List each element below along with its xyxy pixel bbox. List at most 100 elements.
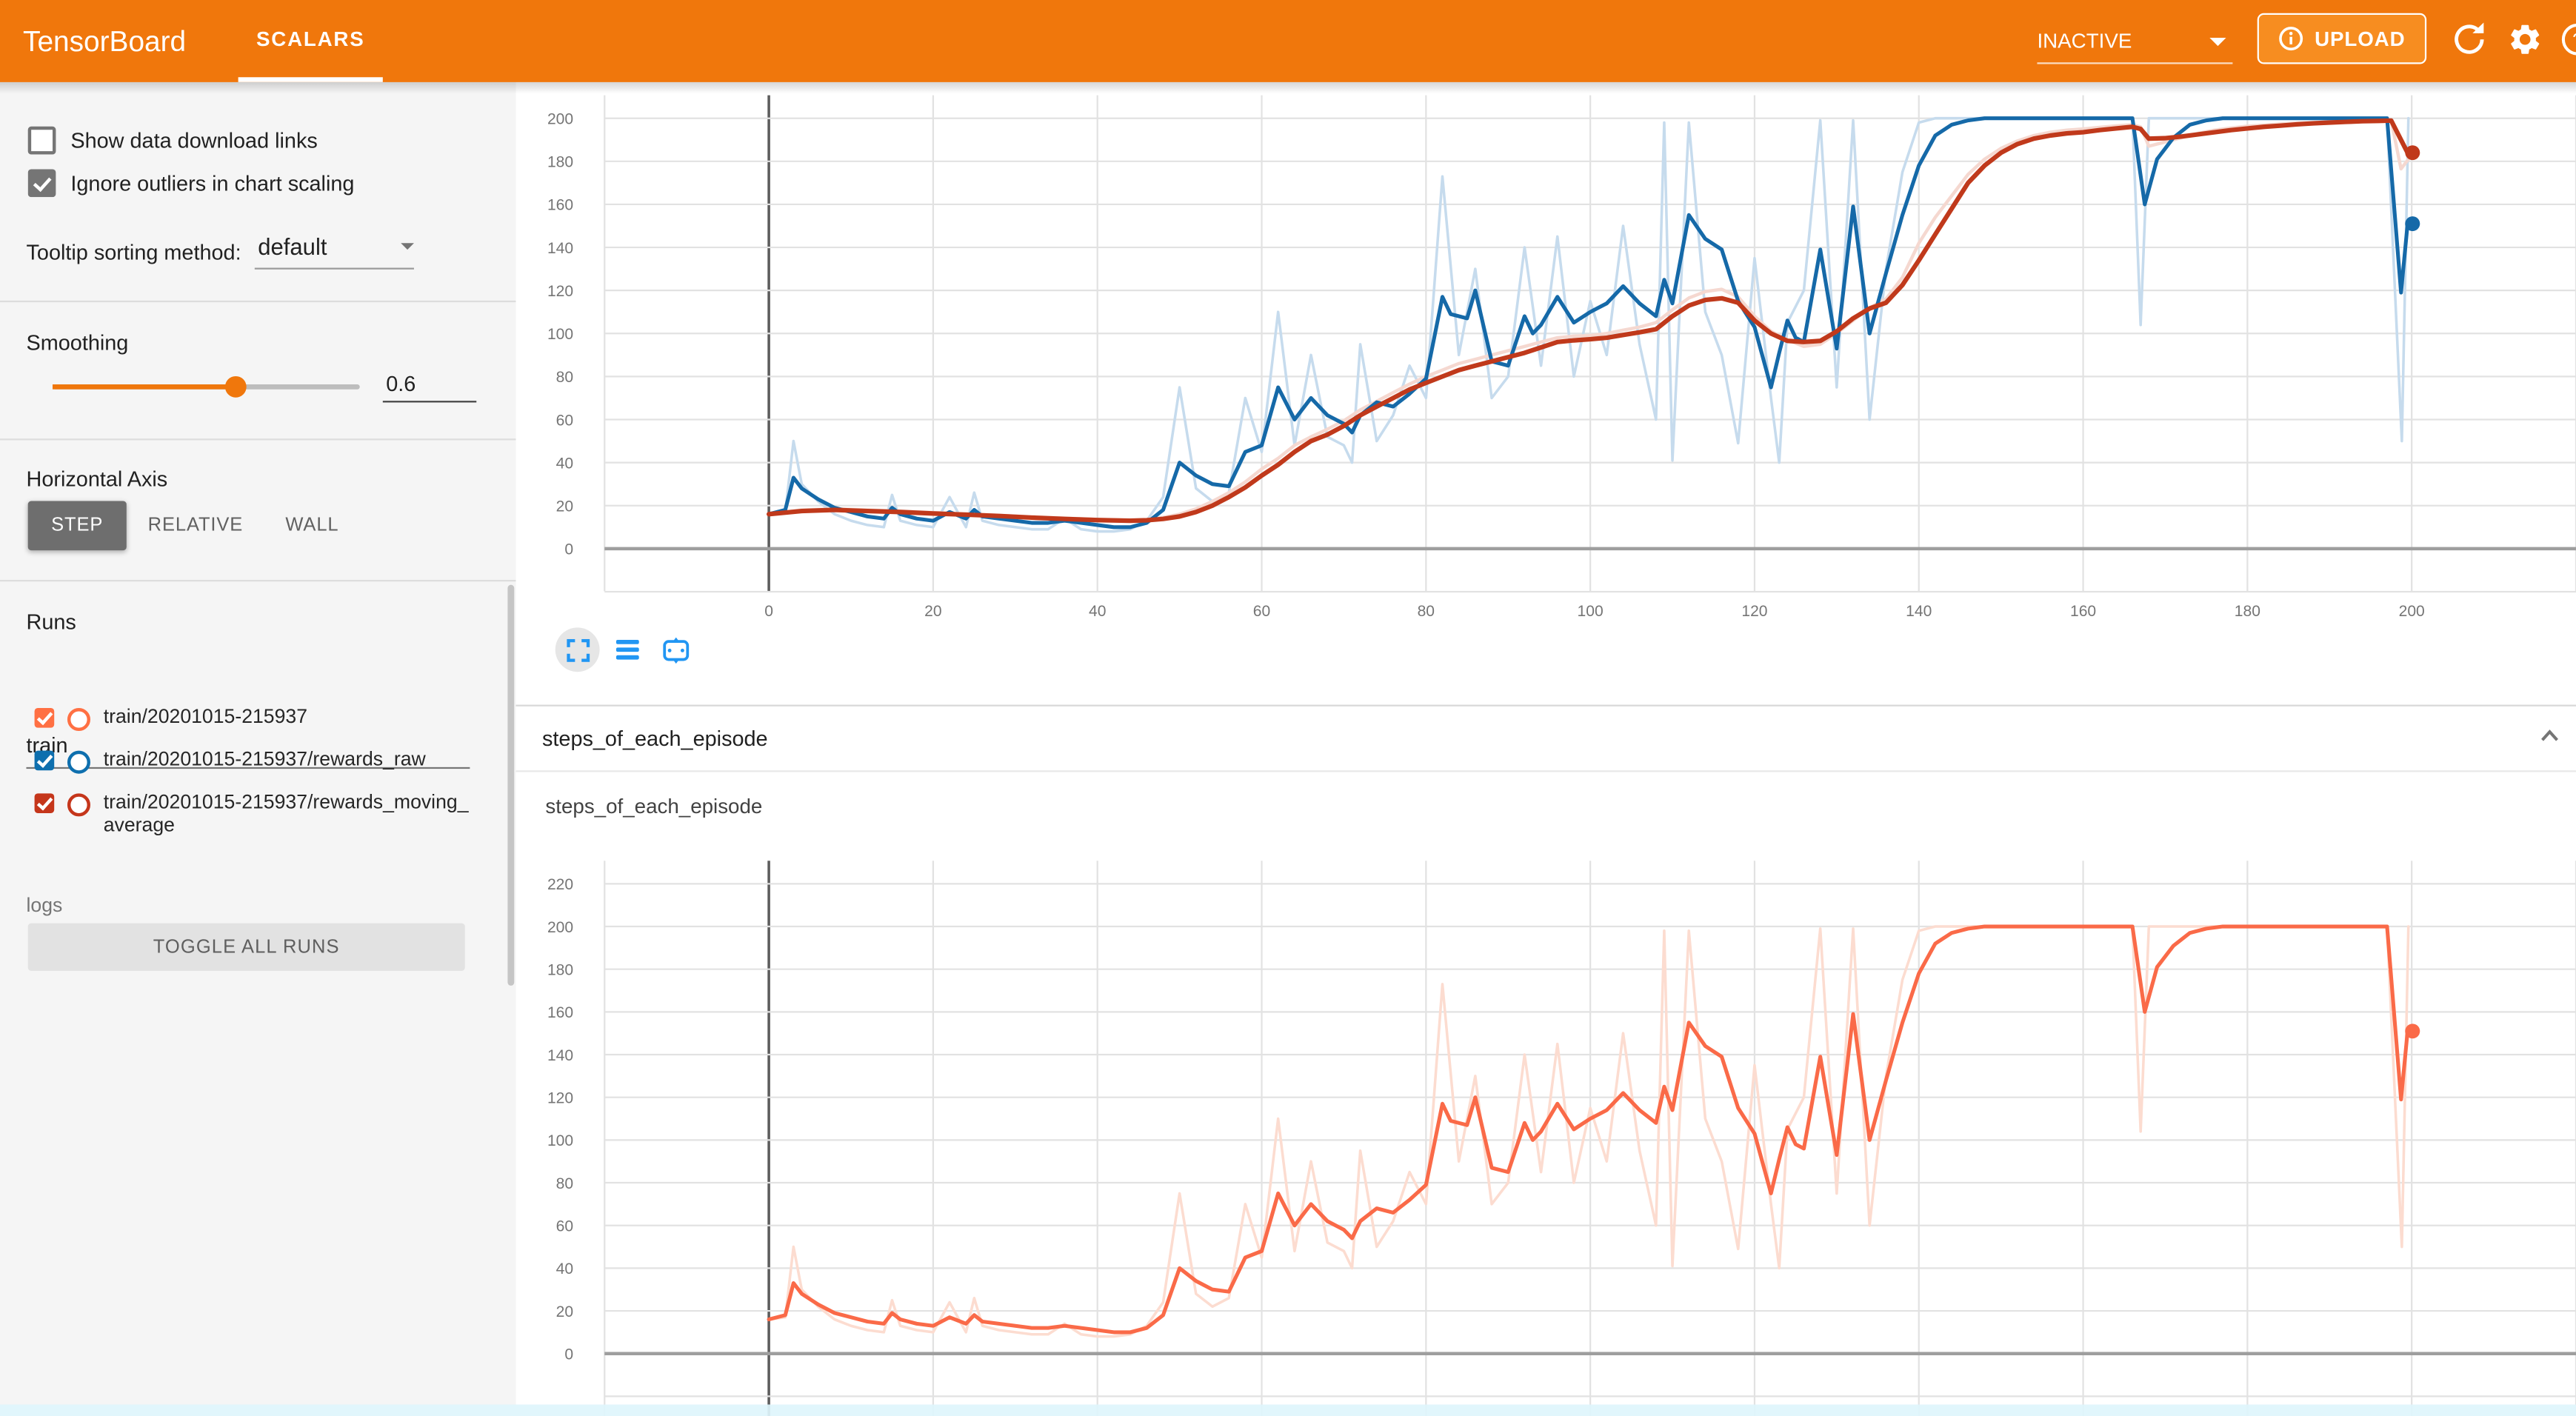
svg-text:40: 40 [556,1260,573,1278]
svg-text:80: 80 [556,1175,573,1192]
svg-text:60: 60 [1253,603,1270,620]
svg-text:0: 0 [764,603,773,620]
svg-text:20: 20 [924,603,941,620]
svg-text:180: 180 [547,961,573,978]
svg-text:?: ? [2572,30,2576,50]
fit-to-data-icon [662,637,690,663]
run-row-rewards-moving-average[interactable]: train/20201015-215937/rewards_moving_ave… [35,792,472,836]
tooltip-sorting-label: Tooltip sorting method: [26,240,241,264]
svg-text:180: 180 [2235,603,2260,620]
run-circle-blue[interactable] [67,751,90,774]
svg-text:100: 100 [1578,603,1604,620]
scalar-chart-rewards[interactable]: 0204060801001201401601802000204060801001… [542,82,2576,703]
slider-fill [53,384,236,390]
horizontal-axis-label: Horizontal Axis [26,467,167,491]
run-row-rewards-raw[interactable]: train/20201015-215937/rewards_raw [35,749,472,773]
experiment-status-dropdown[interactable]: INACTIVE [2037,20,2232,64]
runs-label: Runs [26,610,76,634]
ignore-outliers-checkbox[interactable]: Ignore outliers in chart scaling [28,169,355,197]
bottom-scroll-strip [0,1404,2576,1416]
run-label: train/20201015-215937/rewards_raw [104,749,472,771]
scalar-chart-steps[interactable]: 020406080100120140160180200220 [542,854,2576,1416]
status-label: INACTIVE [2037,30,2132,53]
axis-step-button[interactable]: STEP [28,501,127,551]
sidebar: Show data download links Ignore outliers… [0,82,518,1416]
smoothing-value-input[interactable] [383,371,476,402]
divider [0,580,515,581]
svg-text:80: 80 [556,369,573,386]
svg-text:0: 0 [564,1346,573,1363]
expand-chart-button[interactable] [555,627,600,672]
svg-text:140: 140 [547,240,573,257]
app-title: TensorBoard [23,0,186,82]
lines-icon [615,639,638,661]
section-title: steps_of_each_episode [542,726,768,750]
smoothing-label: Smoothing [26,330,128,355]
run-circle-orange[interactable] [67,708,90,731]
show-download-links-checkbox[interactable]: Show data download links [28,127,318,155]
run-label: train/20201015-215937/rewards_moving_ave… [104,792,472,836]
svg-text:100: 100 [547,1132,573,1149]
fit-domain-button[interactable] [654,627,698,672]
help-icon[interactable]: ? [2560,21,2576,58]
svg-text:60: 60 [556,412,573,429]
ignore-outliers-label: Ignore outliers in chart scaling [70,171,354,196]
section-steps-of-each-episode[interactable]: steps_of_each_episode [515,705,2576,772]
svg-text:140: 140 [547,1047,573,1064]
svg-text:160: 160 [547,1004,573,1021]
run-label: train/20201015-215937 [104,707,472,729]
settings-icon[interactable] [2507,21,2543,58]
collapse-section-icon[interactable] [2540,729,2560,743]
svg-text:120: 120 [1741,603,1767,620]
svg-text:20: 20 [556,498,573,515]
tooltip-sorting-value: default [258,233,327,259]
svg-text:140: 140 [1906,603,1932,620]
main-content: 0204060801001201401601802000204060801001… [515,82,2576,1416]
checkbox-unchecked-icon [28,127,56,155]
tooltip-sorting-select[interactable]: default [258,233,414,259]
svg-text:60: 60 [556,1218,573,1235]
checkbox-checked-icon [28,169,56,197]
axis-relative-button[interactable]: RELATIVE [141,501,250,551]
tab-scalars[interactable]: SCALARS [238,0,383,82]
toggle-all-runs-button[interactable]: TOGGLE ALL RUNS [28,924,465,971]
select-underline [255,268,414,270]
svg-text:120: 120 [547,1089,573,1106]
slider-thumb[interactable] [225,376,247,398]
svg-text:200: 200 [547,919,573,936]
svg-text:20: 20 [556,1303,573,1320]
svg-text:180: 180 [547,154,573,171]
svg-text:160: 160 [547,197,573,214]
chevron-down-icon [2209,37,2226,45]
sidebar-scrollbar[interactable] [507,585,514,986]
axis-wall-button[interactable]: WALL [276,501,349,551]
smoothing-slider[interactable] [53,384,360,390]
svg-text:200: 200 [2399,603,2425,620]
refresh-icon[interactable] [2451,21,2487,58]
tensorboard-app: TensorBoard SCALARS INACTIVE UPLOAD ? [0,0,2576,1416]
run-row-train[interactable]: train/20201015-215937 [35,707,472,731]
chart-card-title: steps_of_each_episode [545,795,762,818]
show-download-links-label: Show data download links [70,128,317,153]
run-checkbox-red[interactable] [35,793,55,813]
toggle-y-axis-button[interactable] [604,627,649,672]
svg-text:120: 120 [547,283,573,300]
svg-text:40: 40 [1089,603,1106,620]
svg-text:80: 80 [1418,603,1435,620]
info-icon [2278,26,2303,50]
svg-text:160: 160 [2070,603,2096,620]
app-header: TensorBoard SCALARS INACTIVE UPLOAD ? [0,0,2576,82]
run-checkbox-orange[interactable] [35,708,55,728]
svg-text:0: 0 [564,541,573,558]
divider [0,438,515,440]
logs-label: logs [26,894,62,917]
run-circle-red[interactable] [67,793,90,816]
fullscreen-icon [566,638,589,661]
svg-text:100: 100 [547,326,573,343]
chart-toolbar [555,627,698,672]
run-checkbox-blue[interactable] [35,751,55,771]
tab-scalars-label: SCALARS [256,27,364,50]
chevron-down-icon [401,243,414,250]
upload-button[interactable]: UPLOAD [2258,13,2426,64]
svg-text:200: 200 [547,110,573,127]
